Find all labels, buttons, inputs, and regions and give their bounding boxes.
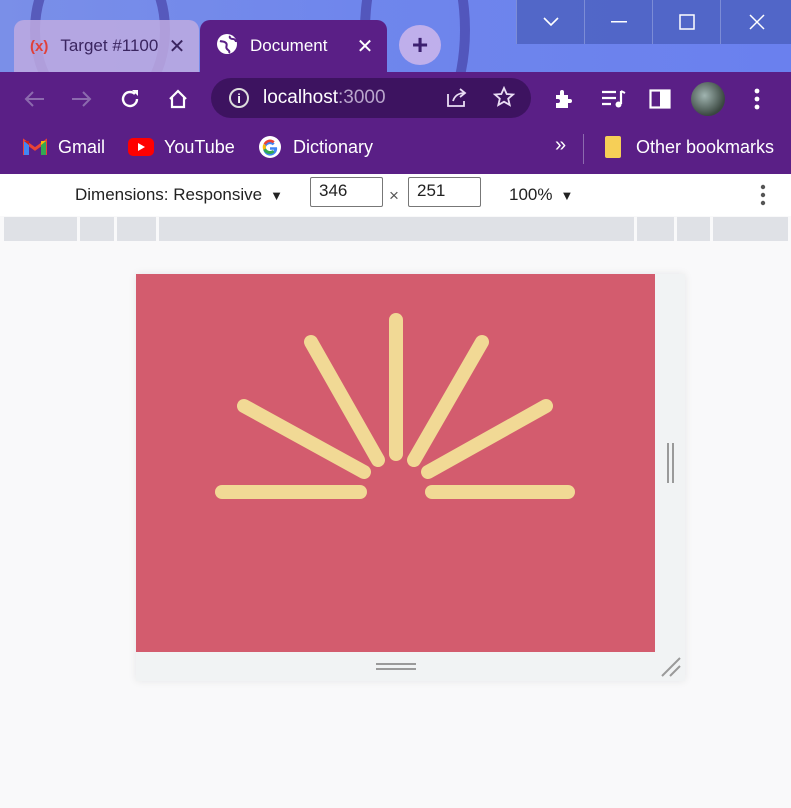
google-icon xyxy=(257,136,283,158)
browser-titlebar: (x) Target #1100 ✕ Document ✕ + xyxy=(0,0,791,72)
maximize-icon[interactable] xyxy=(652,0,720,44)
bookmark-label: Gmail xyxy=(58,136,106,157)
reload-icon[interactable] xyxy=(113,82,147,116)
bookmark-gmail[interactable]: Gmail xyxy=(22,136,105,158)
dimensions-label: Dimensions: Responsive xyxy=(75,185,263,204)
bookmark-star-icon[interactable] xyxy=(492,85,516,114)
gmail-icon xyxy=(22,136,48,158)
chevron-down-icon[interactable] xyxy=(516,0,584,44)
bookmarks-bar: Gmail YouTube Dictionary » Other bookmar… xyxy=(0,124,791,174)
more-options-icon[interactable] xyxy=(760,184,766,211)
tab-label: Target #1100 xyxy=(60,36,159,55)
media-query-segment[interactable] xyxy=(117,217,156,241)
media-query-segment[interactable] xyxy=(637,217,674,241)
media-query-segment[interactable] xyxy=(80,217,114,241)
menu-kebab-icon[interactable] xyxy=(740,82,774,116)
dimensions-dropdown[interactable]: Dimensions: Responsive ▼ xyxy=(75,185,283,205)
tab-label: Document xyxy=(250,36,328,55)
side-panel-icon[interactable] xyxy=(643,82,677,116)
tab-target[interactable]: (x) Target #1100 ✕ xyxy=(14,20,199,72)
close-tab-icon[interactable]: ✕ xyxy=(167,34,187,59)
media-query-segment[interactable] xyxy=(713,217,788,241)
height-input[interactable]: 251 xyxy=(408,177,481,207)
zoom-dropdown[interactable]: 100% ▼ xyxy=(509,185,573,205)
bookmark-label: Other bookmarks xyxy=(636,136,775,157)
dropdown-arrow-icon: ▼ xyxy=(270,187,283,203)
dropdown-arrow-icon: ▼ xyxy=(560,187,574,203)
forward-icon[interactable] xyxy=(65,82,99,116)
share-icon[interactable] xyxy=(445,86,469,114)
resize-handle-bottom[interactable] xyxy=(376,662,416,672)
new-tab-button[interactable]: + xyxy=(399,25,441,65)
zoom-label: 100% xyxy=(509,185,553,204)
resize-handle-corner[interactable] xyxy=(660,656,682,678)
sun-rays-graphic xyxy=(215,313,575,499)
bookmark-youtube[interactable]: YouTube xyxy=(128,136,235,158)
minimize-icon[interactable] xyxy=(584,0,652,44)
url-host: localhost xyxy=(263,87,338,108)
width-input[interactable]: 346 xyxy=(310,177,383,207)
bookmarks-divider xyxy=(583,134,584,164)
bookmarks-overflow-button[interactable]: » xyxy=(555,134,566,157)
media-query-segment[interactable] xyxy=(677,217,710,241)
globe-icon xyxy=(216,33,238,60)
browser-toolbar: i localhost:3000 xyxy=(0,72,791,124)
extensions-icon[interactable] xyxy=(547,82,581,116)
page-viewport xyxy=(136,274,655,652)
target-icon: (x) xyxy=(30,37,49,55)
bookmark-dictionary[interactable]: Dictionary xyxy=(257,136,373,158)
site-info-icon[interactable]: i xyxy=(229,88,249,108)
media-query-segment[interactable] xyxy=(4,217,77,241)
dimension-separator: × xyxy=(389,186,399,205)
tab-document[interactable]: Document ✕ xyxy=(200,20,387,72)
back-icon[interactable] xyxy=(17,82,51,116)
media-control-icon[interactable] xyxy=(596,82,630,116)
home-icon[interactable] xyxy=(161,82,195,116)
media-query-segment[interactable] xyxy=(159,217,634,241)
address-bar[interactable]: i localhost:3000 xyxy=(211,78,531,118)
url-port: :3000 xyxy=(338,87,386,108)
close-tab-icon[interactable]: ✕ xyxy=(355,34,375,59)
close-icon[interactable] xyxy=(720,0,791,44)
bookmark-other-folder[interactable]: Other bookmarks xyxy=(600,136,774,158)
device-toolbar: Dimensions: Responsive ▼ 346 × 251 100% … xyxy=(0,174,791,216)
media-query-bar xyxy=(4,217,788,241)
youtube-icon xyxy=(128,136,154,158)
folder-icon xyxy=(600,136,626,158)
profile-avatar[interactable] xyxy=(691,82,725,116)
resize-handle-right[interactable] xyxy=(666,443,676,483)
bookmark-label: YouTube xyxy=(164,136,235,157)
bookmark-label: Dictionary xyxy=(293,136,374,157)
